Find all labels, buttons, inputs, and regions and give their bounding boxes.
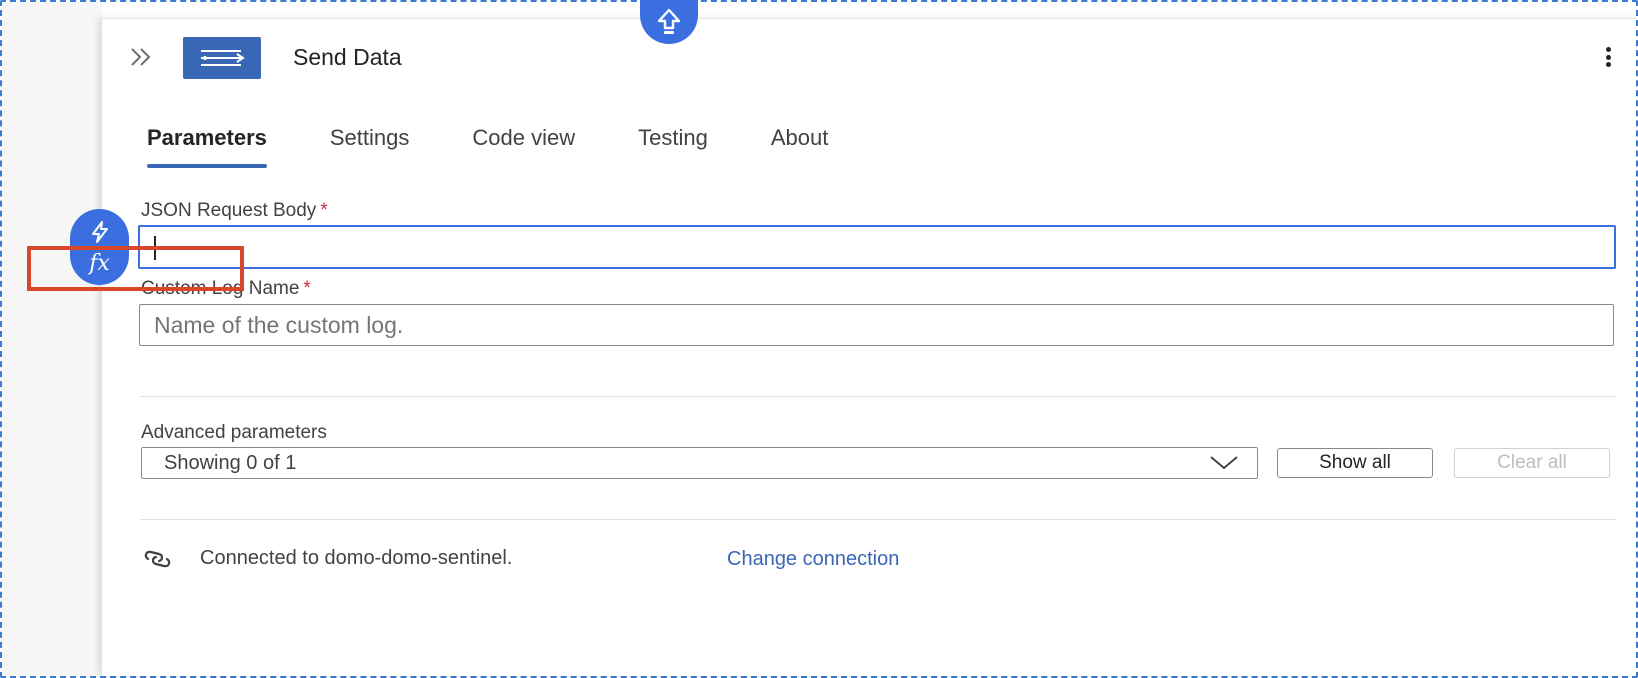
- arrow-up-icon: [657, 8, 681, 34]
- json-body-label: JSON Request Body *: [141, 199, 328, 223]
- json-body-input[interactable]: [138, 225, 1616, 269]
- divider: [140, 396, 1616, 397]
- action-lines-icon: [183, 37, 261, 79]
- json-body-label-text: JSON Request Body: [141, 200, 317, 221]
- canvas-gutter: [2, 2, 102, 676]
- double-chevron-right-icon[interactable]: [128, 44, 158, 70]
- dropdown-value: Showing 0 of 1: [164, 452, 297, 474]
- show-all-button[interactable]: Show all: [1277, 448, 1433, 478]
- more-vertical-icon[interactable]: [1598, 44, 1618, 70]
- highlight-box: [27, 246, 244, 291]
- clear-all-button[interactable]: Clear all: [1454, 448, 1610, 478]
- tab-about[interactable]: About: [771, 118, 829, 168]
- lightning-icon[interactable]: [87, 219, 113, 245]
- required-marker: *: [303, 278, 311, 299]
- page-title: Send Data: [293, 44, 402, 70]
- tab-settings[interactable]: Settings: [330, 118, 410, 168]
- custom-log-input[interactable]: [139, 304, 1614, 346]
- tab-bar: Parameters Settings Code view Testing Ab…: [147, 118, 891, 168]
- change-connection-link[interactable]: Change connection: [727, 547, 899, 571]
- link-icon: [144, 550, 171, 568]
- divider: [140, 519, 1616, 520]
- required-marker: *: [320, 200, 328, 221]
- advanced-parameters-label: Advanced parameters: [141, 422, 327, 443]
- tab-parameters[interactable]: Parameters: [147, 118, 267, 168]
- connection-status: Connected to domo-domo-sentinel.: [200, 547, 513, 569]
- chevron-down-icon: [1210, 456, 1238, 470]
- tab-testing[interactable]: Testing: [638, 118, 708, 168]
- tab-code-view[interactable]: Code view: [472, 118, 575, 168]
- advanced-parameters-dropdown[interactable]: Showing 0 of 1: [141, 447, 1258, 479]
- action-panel: [102, 18, 1636, 676]
